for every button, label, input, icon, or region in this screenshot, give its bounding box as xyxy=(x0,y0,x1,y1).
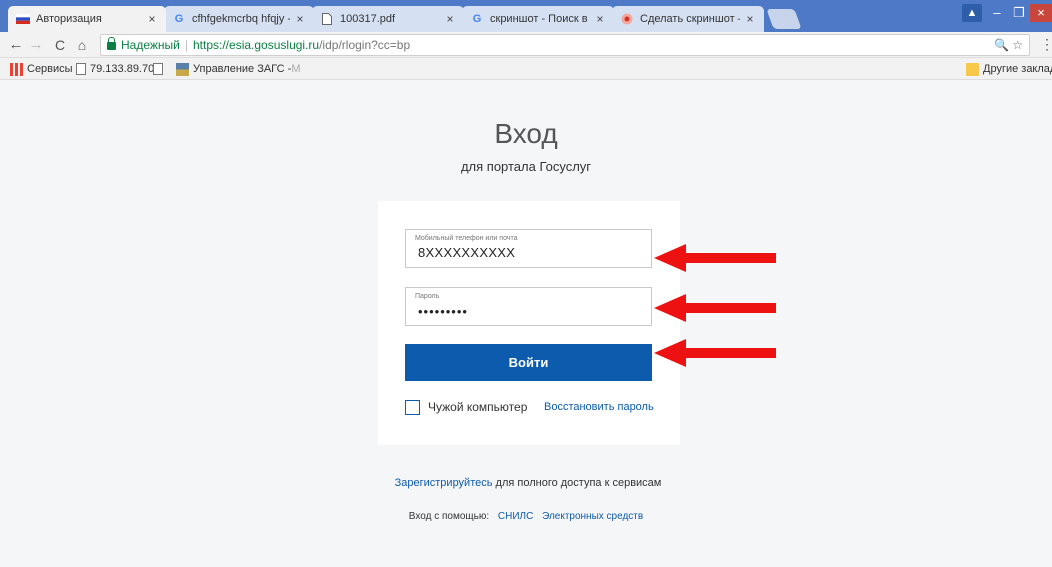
tab-authorization[interactable]: Авторизация × xyxy=(8,6,166,32)
bookmark-ip[interactable]: 79.133.89.70 xyxy=(76,61,154,77)
tab-title: cfhfgekmcrbq hfqjy - По xyxy=(192,13,290,25)
apps-grid-icon xyxy=(10,62,23,76)
foreign-computer-checkbox[interactable] xyxy=(405,400,420,415)
electronic-signature-link[interactable]: Электронных средств xyxy=(542,511,643,522)
browser-menu-icon[interactable]: ⋮ xyxy=(1040,36,1052,53)
bookmark-page[interactable] xyxy=(153,61,167,77)
alt-login-prefix: Вход с помощью: xyxy=(408,511,490,522)
alternative-login-line: Вход с помощью: СНИЛС Электронных средст… xyxy=(0,511,1052,522)
tab-close-icon[interactable]: × xyxy=(744,12,756,26)
tab-search-2[interactable]: G скриншот - Поиск в Goo × xyxy=(462,6,614,32)
page-icon xyxy=(76,63,86,75)
tab-title: скриншот - Поиск в Goo xyxy=(490,13,590,25)
reload-icon[interactable]: C xyxy=(50,35,70,55)
bookmark-other[interactable]: Другие закладки xyxy=(966,61,1052,77)
login-card: Мобильный телефон или почта 8XXXXXXXXXX … xyxy=(378,201,680,445)
google-icon: G xyxy=(472,13,482,25)
minimize-button[interactable]: – xyxy=(986,4,1008,22)
page-title: Вход xyxy=(494,118,558,149)
record-icon xyxy=(620,12,634,26)
bookmark-apps[interactable]: Сервисы xyxy=(10,61,73,77)
phone-or-email-field[interactable]: Мобильный телефон или почта 8XXXXXXXXXX xyxy=(405,229,652,268)
document-icon xyxy=(320,12,334,26)
browser-titlebar: Авторизация × G cfhfgekmcrbq hfqjy - По … xyxy=(0,0,1052,32)
tab-title: 100317.pdf xyxy=(340,13,396,25)
password-field-label: Пароль xyxy=(415,293,440,300)
phone-field-label: Мобильный телефон или почта xyxy=(415,235,518,242)
tab-search-1[interactable]: G cfhfgekmcrbq hfqjy - По × xyxy=(164,6,314,32)
tab-close-icon[interactable]: × xyxy=(146,12,158,26)
password-field[interactable]: Пароль ••••••••• xyxy=(405,287,652,326)
secure-label: Надежный xyxy=(121,38,180,52)
restore-password-link[interactable]: Восстановить пароль xyxy=(544,401,654,413)
tab-close-icon[interactable]: × xyxy=(594,12,606,26)
back-arrow-icon[interactable]: ← xyxy=(6,35,26,55)
annotation-arrow-icon xyxy=(654,339,776,367)
tab-pdf[interactable]: 100317.pdf × xyxy=(312,6,464,32)
tab-close-icon[interactable]: × xyxy=(294,12,306,26)
url-path: /idp/rlogin?cc=bp xyxy=(319,38,411,52)
tab-title: Авторизация xyxy=(36,13,102,25)
maximize-button[interactable]: ❐ xyxy=(1008,4,1030,22)
bookmark-label: Управление ЗАГС - xyxy=(193,63,292,75)
register-text: для полного доступа к сервисам xyxy=(492,477,662,489)
folder-icon xyxy=(966,62,979,76)
login-button[interactable]: Войти xyxy=(405,344,652,381)
address-bar[interactable]: Надежный | https:// esia.gosuslugi.ru /i… xyxy=(100,34,1030,56)
tab-close-icon[interactable]: × xyxy=(444,12,456,26)
register-link[interactable]: Зарегистрируйтесь xyxy=(395,477,493,489)
tab-screenshot-how-to[interactable]: Сделать скриншот — О × xyxy=(612,6,764,32)
lock-icon xyxy=(107,37,116,50)
bookmark-label-faded: М xyxy=(291,63,301,75)
browser-toolbar: ← → C ⌂ Надежный | https:// esia.gosuslu… xyxy=(0,32,1052,58)
tab-title: Сделать скриншот — О xyxy=(640,13,740,25)
bookmark-label: Сервисы xyxy=(27,63,73,75)
login-page: Вход для портала Госуслуг Мобильный теле… xyxy=(0,81,1052,567)
foreign-computer-label[interactable]: Чужой компьютер xyxy=(428,400,527,414)
annotation-arrow-icon xyxy=(654,244,776,272)
google-icon: G xyxy=(174,13,184,25)
zoom-and-bookmark-star-icon[interactable]: 🔍 ☆ xyxy=(994,35,1023,55)
bookmark-label: 79.133.89.70 xyxy=(90,63,155,75)
snils-login-link[interactable]: СНИЛС xyxy=(498,511,533,522)
bookmark-zags[interactable]: Управление ЗАГС - М xyxy=(176,61,300,77)
register-line: Зарегистрируйтесь для полного доступа к … xyxy=(0,477,1052,489)
bookmark-label: Другие закладки xyxy=(983,63,1052,75)
address-separator: | xyxy=(184,38,188,52)
russia-flag-icon xyxy=(16,12,30,26)
bookmarks-bar: Сервисы 79.133.89.70 Управление ЗАГС - М… xyxy=(0,58,1052,80)
home-icon[interactable]: ⌂ xyxy=(72,35,92,55)
phone-field-value[interactable]: 8XXXXXXXXXX xyxy=(418,245,515,260)
page-subtitle: для портала Госуслуг xyxy=(460,159,592,174)
url-host: esia.gosuslugi.ru xyxy=(229,38,320,52)
new-tab-button[interactable] xyxy=(766,9,802,29)
page-icon xyxy=(153,63,163,75)
close-window-button[interactable]: × xyxy=(1030,4,1052,22)
url-scheme: https:// xyxy=(193,38,230,52)
user-profile-icon[interactable]: ▲ xyxy=(962,4,982,22)
annotation-arrow-icon xyxy=(654,294,776,322)
password-field-value[interactable]: ••••••••• xyxy=(418,304,468,319)
forward-arrow-icon[interactable]: → xyxy=(26,35,46,55)
zags-site-icon xyxy=(176,62,189,76)
